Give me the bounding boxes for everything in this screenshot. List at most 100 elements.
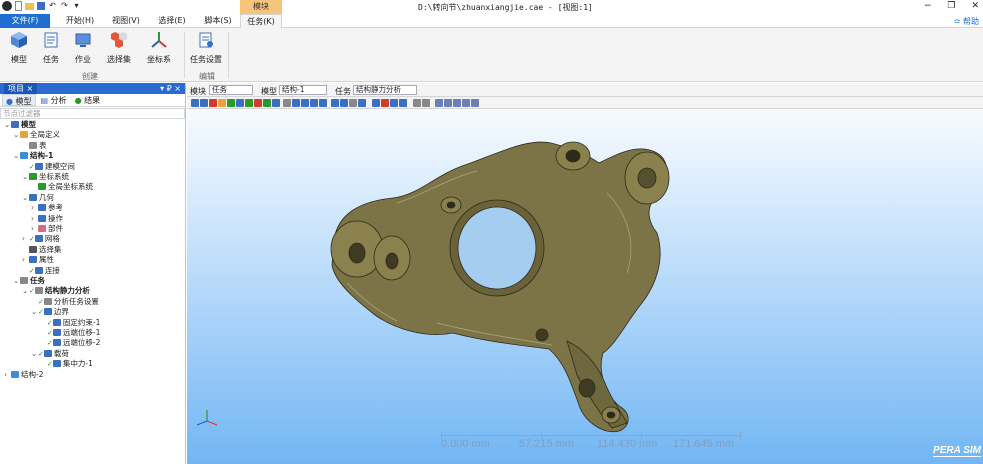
status-check-icon: ✓ xyxy=(47,329,53,337)
subtab-results[interactable]: ● 结果 xyxy=(72,94,104,106)
tree-expander-icon[interactable]: ⌄ xyxy=(22,286,29,296)
tree-expander-icon[interactable]: ⌄ xyxy=(13,151,20,161)
job-icon xyxy=(75,33,91,47)
tree-node[interactable]: 表 xyxy=(22,141,47,151)
minimize-button[interactable]: − xyxy=(924,1,932,11)
coordinate-system-button[interactable]: 坐标系 xyxy=(142,31,176,65)
tree-expander-icon[interactable]: ⌄ xyxy=(13,276,20,286)
tree-node-icon xyxy=(11,121,19,128)
tree-node[interactable]: › 部件 xyxy=(31,224,63,234)
tree-node[interactable]: ✓ 连接 xyxy=(22,266,60,276)
tree-node-icon xyxy=(52,329,61,336)
tree-node[interactable]: ⌄✓ 边界 xyxy=(31,307,69,317)
tree-node[interactable]: ⌄ 模型 xyxy=(4,120,36,130)
steering-arm-boss-hole xyxy=(637,167,657,189)
close-button[interactable]: ✕ xyxy=(971,1,979,11)
tab-view[interactable]: 视图(V) xyxy=(104,14,148,28)
tree-expander-icon[interactable]: › xyxy=(22,255,29,265)
tree-node[interactable]: › 结构-2 xyxy=(4,370,43,380)
tree-node-icon xyxy=(20,277,28,284)
coordinate-system-icon xyxy=(151,32,167,48)
tree-node-icon xyxy=(52,339,61,347)
model-button[interactable]: 模型 xyxy=(4,31,34,65)
tree-node-label: 全局坐标系统 xyxy=(48,182,93,192)
tree-node[interactable]: 全局坐标系统 xyxy=(31,182,93,192)
tree-node[interactable]: ⌄✓ 结构静力分析 xyxy=(22,286,90,296)
tree-node[interactable]: ✓ 固定约束-1 xyxy=(40,318,100,328)
ribbon-tabbar: 文件(F) 开始(H) 视图(V) 选择(E) 脚本(S) 任务(K) ≏ 帮助 xyxy=(0,14,983,28)
tree-node[interactable]: › 操作 xyxy=(31,214,63,224)
bottom-hole xyxy=(578,378,596,398)
tree-expander-icon[interactable]: › xyxy=(31,224,38,234)
tree-node[interactable]: ✓ 分析任务设置 xyxy=(31,297,99,307)
tree-node-label: 固定约束-1 xyxy=(62,317,101,327)
context-tab-module[interactable]: 模块 xyxy=(240,0,282,14)
tree-node-label: 几何 xyxy=(39,192,54,202)
tree-expander-icon[interactable]: › xyxy=(22,234,29,244)
tab-start[interactable]: 开始(H) xyxy=(58,14,102,28)
steering-knuckle-model[interactable] xyxy=(187,83,983,464)
tree-node[interactable]: ⌄ 任务 xyxy=(13,276,45,286)
graphics-viewport[interactable]: 模块 任务 模型 结构-1 任务 结构静力分析 0.000 mm 57.215 … xyxy=(187,83,983,464)
subtab-analysis[interactable]: ▤ 分析 xyxy=(38,94,70,106)
tree-node[interactable]: ✓ 集中力-1 xyxy=(40,359,93,369)
tree-node[interactable]: › 属性 xyxy=(22,255,54,265)
project-tab-close-icon[interactable]: × xyxy=(27,84,34,93)
tree-node-icon xyxy=(29,245,37,253)
tree-expander-icon[interactable]: › xyxy=(4,370,11,380)
panel-controls[interactable]: ▾ ₽ × xyxy=(160,83,181,94)
tree-node[interactable]: › 参考 xyxy=(31,203,63,213)
task-settings-button[interactable]: 任务设置 xyxy=(188,31,224,65)
tree-node-label: 建模空间 xyxy=(44,161,75,171)
tree-node[interactable]: ✓ 建模空间 xyxy=(22,162,75,172)
save-icon[interactable] xyxy=(37,2,45,10)
status-check-icon: ✓ xyxy=(47,339,53,348)
tree-node[interactable]: ⌄ 坐标系统 xyxy=(22,172,69,182)
tree-node-label: 网格 xyxy=(44,234,60,244)
tree-node-icon xyxy=(43,297,52,305)
tab-select[interactable]: 选择(E) xyxy=(150,14,194,28)
tree-node[interactable]: ⌄✓ 载荷 xyxy=(31,349,69,359)
window-title: D:\转向节\zhuanxiangjie.cae - [视图:1] xyxy=(418,3,593,12)
redo-icon[interactable]: ↷ xyxy=(60,1,69,11)
job-button[interactable]: 作业 xyxy=(68,31,98,65)
tree-node-label: 部件 xyxy=(48,224,63,233)
tree-node[interactable]: ⌄ 全局定义 xyxy=(13,130,60,140)
subtab-model[interactable]: ● 模型 xyxy=(2,94,36,106)
maximize-button[interactable]: ❐ xyxy=(947,1,955,11)
tree-expander-icon[interactable]: ⌄ xyxy=(22,172,29,182)
tree-expander-icon[interactable]: ⌄ xyxy=(13,130,20,140)
tree-node[interactable]: ✓ 远端位移-2 xyxy=(40,338,100,348)
tree-node[interactable]: ✓ 远端位移-1 xyxy=(40,328,100,338)
top-mount-hole xyxy=(565,149,581,163)
tree-node-icon xyxy=(34,235,43,243)
tree-expander-icon[interactable]: ⌄ xyxy=(22,193,29,203)
node-filter-input[interactable]: 节点过滤器 xyxy=(0,108,185,119)
tab-file[interactable]: 文件(F) xyxy=(0,14,50,28)
tree-expander-icon[interactable]: › xyxy=(31,203,38,213)
new-file-icon[interactable] xyxy=(15,1,22,11)
tree-node-label: 坐标系统 xyxy=(39,172,69,181)
tab-task[interactable]: 任务(K) xyxy=(240,14,282,28)
selection-set-button[interactable]: 选择集 xyxy=(102,31,136,65)
undo-icon[interactable]: ↶ xyxy=(48,1,57,11)
tree-expander-icon[interactable]: ⌄ xyxy=(4,120,11,130)
tree-node[interactable]: ⌄ 几何 xyxy=(22,193,54,203)
right-hole xyxy=(535,328,549,342)
selection-set-icon xyxy=(111,32,127,48)
tree-expander-icon[interactable]: ⌄ xyxy=(31,307,38,317)
open-folder-icon[interactable] xyxy=(25,3,34,10)
tree-node-label: 操作 xyxy=(48,213,63,223)
window-controls: − ❐ ✕ xyxy=(924,1,979,11)
customize-dropdown-icon[interactable]: ▾ xyxy=(72,1,81,11)
tree-expander-icon[interactable]: › xyxy=(31,214,38,224)
tree-node[interactable]: ⌄ 结构-1 xyxy=(13,151,53,161)
project-tab[interactable]: 项目 × xyxy=(4,83,38,94)
task-button[interactable]: 任务 xyxy=(36,31,66,65)
tree-node[interactable]: 选择集 xyxy=(22,245,62,255)
tree-expander-icon[interactable]: ⌄ xyxy=(31,349,38,359)
project-subtabs: ● 模型 ▤ 分析 ● 结果 xyxy=(0,94,185,107)
help-link[interactable]: ≏ 帮助 xyxy=(954,16,979,27)
tab-script[interactable]: 脚本(S) xyxy=(196,14,240,28)
tree-node[interactable]: › ✓ 网格 xyxy=(22,234,60,244)
